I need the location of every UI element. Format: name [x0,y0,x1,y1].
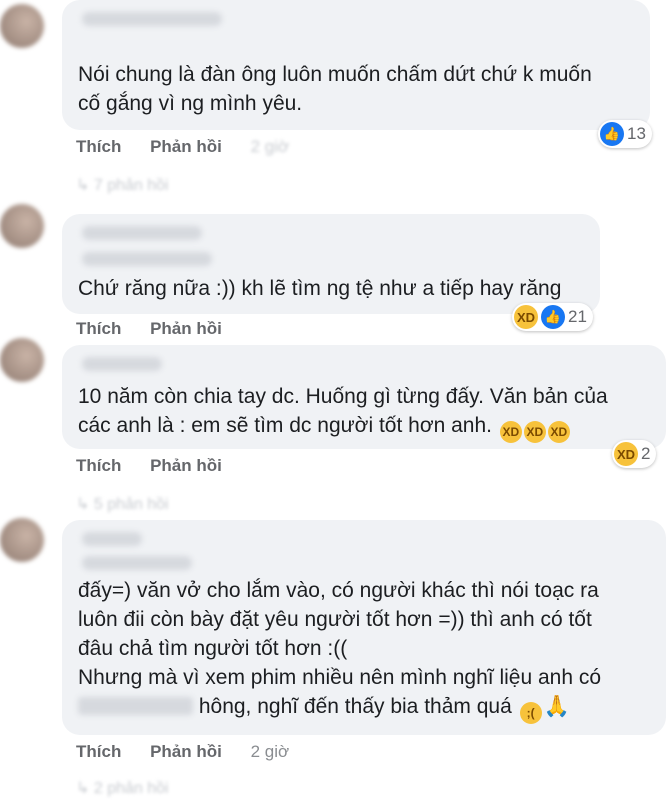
comment-line: Nhưng mà vì xem phim nhiều nên mình nghĩ… [78,666,602,689]
author-name[interactable] [82,357,162,371]
view-replies-link[interactable]: ↳ 7 phản hồi [76,175,169,195]
author-badge [82,556,192,570]
comment-bubble: Nói chung là đàn ông luôn muốn chấm dứt … [62,0,650,130]
comment-line: Chứ răng nữa :)) kh lẽ tìm ng tệ như a t… [78,277,562,300]
timestamp[interactable]: 2 giờ [251,137,290,156]
comment-actions: Thích Phản hồi [76,319,246,339]
comment-actions: Thích Phản hồi 2 giờ [76,742,313,762]
like-reaction-icon: 👍 [541,305,565,329]
avatar[interactable] [0,518,44,562]
like-button[interactable]: Thích [76,319,121,338]
comment-actions: Thích Phản hồi 2 giờ [76,137,313,157]
reaction-summary[interactable]: 👍 13 [598,120,652,148]
comment-line: đấy=) văn vở cho lắm vào, có người khác … [78,579,599,602]
reply-button[interactable]: Phản hồi [150,742,222,761]
comment-bubble: Chứ răng nữa :)) kh lẽ tìm ng tệ như a t… [62,214,600,314]
comment-line: cố gắng vì ng mình yêu. [78,92,303,115]
reply-button[interactable]: Phản hồi [150,456,222,475]
view-replies-link[interactable]: ↳ 5 phản hồi [76,494,169,514]
comment-line: các anh là : em sẽ tìm dc người tốt hơn … [78,411,650,443]
comment-line: Nói chung là đàn ông luôn muốn chấm dứt … [78,63,592,86]
author-name[interactable] [82,226,202,240]
author-name[interactable] [82,532,142,546]
comment-text: 10 năm còn chia tay dc. Huống gì từng đấ… [78,382,650,443]
view-replies-link[interactable]: ↳ 2 phản hồi [76,778,169,798]
praying-hands-icon: 🙏 [543,695,570,718]
comment-line: hông, nghĩ đến thấy bia thảm quá ;(🙏 [78,692,650,724]
comment-bubble: 10 năm còn chia tay dc. Huống gì từng đấ… [62,345,666,449]
redacted-text [78,697,193,715]
haha-reaction-icon: XD [514,305,538,329]
author-badge [82,252,212,266]
avatar[interactable] [0,338,44,382]
avatar[interactable] [0,4,44,48]
reaction-count: 21 [568,307,587,326]
comment-text: Nói chung là đàn ông luôn muốn chấm dứt … [78,60,634,118]
reply-button[interactable]: Phản hồi [150,319,222,338]
comment-line: 10 năm còn chia tay dc. Huống gì từng đấ… [78,385,608,408]
haha-reaction-icon: XD [614,442,638,466]
timestamp[interactable]: 2 giờ [251,742,290,761]
comment-line: luôn đii còn bày đặt yêu người tốt hơn =… [78,608,592,631]
like-reaction-icon: 👍 [600,122,624,146]
laughing-emoji-icon: XD [523,421,546,443]
laughing-emoji-icon: XD [499,421,522,443]
reaction-summary[interactable]: XD 👍 21 [512,303,593,331]
reaction-count: 2 [641,444,651,463]
crying-emoji-icon: ;( [519,702,542,724]
comment-line: đâu chả tìm người tốt hơn :(( [78,637,348,660]
comment-text: đấy=) văn vở cho lắm vào, có người khác … [78,576,650,724]
like-button[interactable]: Thích [76,456,121,475]
reaction-count: 13 [627,124,646,143]
laughing-emoji-icon: XD [547,421,570,443]
comment-text: Chứ răng nữa :)) kh lẽ tìm ng tệ như a t… [78,274,584,303]
like-button[interactable]: Thích [76,742,121,761]
reply-button[interactable]: Phản hồi [150,137,222,156]
author-name[interactable] [82,12,222,26]
comment-bubble: đấy=) văn vở cho lắm vào, có người khác … [62,520,666,735]
comment-actions: Thích Phản hồi [76,456,246,476]
avatar[interactable] [0,204,44,248]
like-button[interactable]: Thích [76,137,121,156]
reaction-summary[interactable]: XD 2 [612,440,657,468]
